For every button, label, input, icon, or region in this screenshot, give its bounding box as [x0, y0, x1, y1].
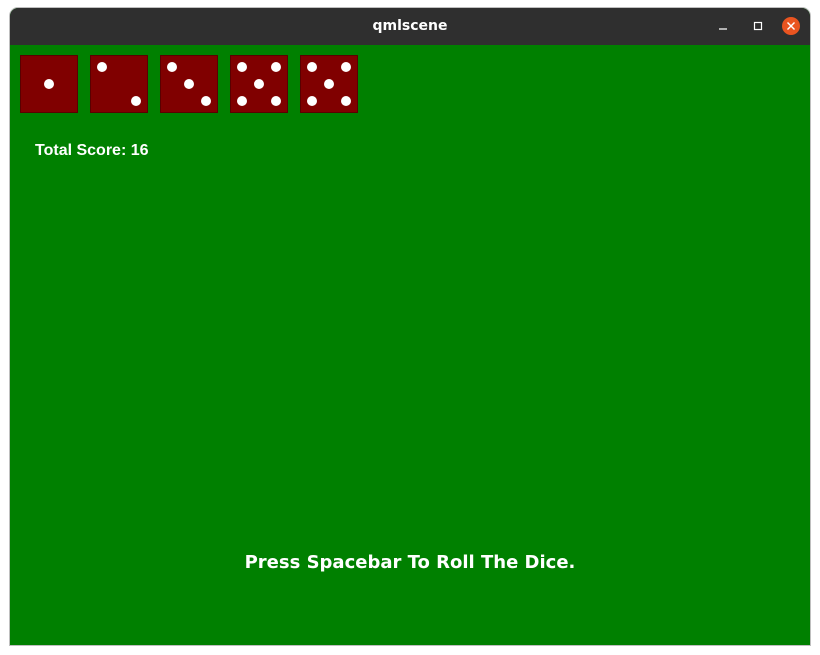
die-pip — [271, 96, 281, 106]
title-bar[interactable]: qmlscene — [10, 8, 810, 45]
die-pip — [131, 96, 141, 106]
total-score: Total Score: 16 — [35, 142, 149, 159]
die-pip — [341, 96, 351, 106]
die-3 — [160, 55, 218, 113]
close-icon — [787, 22, 795, 30]
minimize-button[interactable] — [714, 17, 732, 35]
die-pip — [97, 62, 107, 72]
window-title: qmlscene — [372, 18, 448, 34]
roll-instruction: Press Spacebar To Roll The Dice. — [244, 552, 576, 573]
close-button[interactable] — [782, 17, 800, 35]
minimize-icon — [719, 28, 727, 30]
die-5 — [300, 55, 358, 113]
die-pip — [307, 62, 317, 72]
app-window: qmlscene Total Score: 16 — [10, 8, 810, 645]
die-pip — [254, 79, 264, 89]
die-pip — [201, 96, 211, 106]
die-pip — [341, 62, 351, 72]
die-pip — [184, 79, 194, 89]
die-4 — [230, 55, 288, 113]
die-pip — [237, 96, 247, 106]
die-pip — [307, 96, 317, 106]
die-pip — [167, 62, 177, 72]
die-2 — [90, 55, 148, 113]
die-pip — [324, 79, 334, 89]
maximize-button[interactable] — [749, 17, 767, 35]
die-pip — [237, 62, 247, 72]
maximize-icon — [753, 21, 763, 31]
die-1 — [20, 55, 78, 113]
die-pip — [271, 62, 281, 72]
die-pip — [44, 79, 54, 89]
